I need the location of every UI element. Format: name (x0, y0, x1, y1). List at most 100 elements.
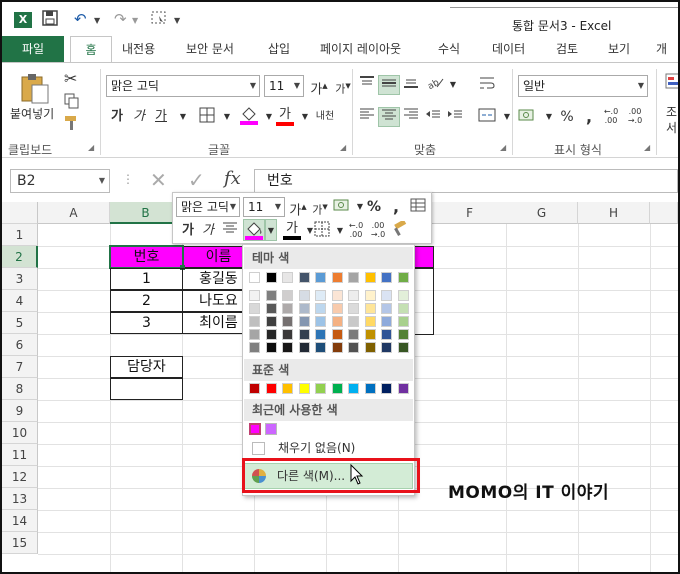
alignment-launcher-icon[interactable]: ◢ (500, 143, 506, 152)
decrease-decimal-icon[interactable]: .00 →.0 (624, 107, 646, 127)
mini-format-cells-icon[interactable] (407, 197, 429, 217)
styles-label-2[interactable]: 서 (666, 119, 677, 136)
font-color-dropdown-icon[interactable]: ▼ (294, 107, 316, 127)
mini-decrease-decimal-icon[interactable]: .00 →.0 (367, 221, 389, 241)
row-header-12[interactable]: 12 (2, 466, 38, 488)
mini-fill-color-icon[interactable] (243, 219, 265, 241)
theme-shade-swatch[interactable] (265, 303, 277, 314)
tab-formulas[interactable]: 수식 (438, 36, 460, 62)
theme-shade-swatch[interactable] (364, 303, 376, 314)
theme-shade-swatch[interactable] (397, 342, 409, 353)
format-painter-icon[interactable] (64, 115, 80, 134)
theme-shade-swatch[interactable] (298, 303, 310, 314)
redo-dropdown-icon[interactable]: ▼ (132, 16, 138, 25)
theme-shade-swatch[interactable] (282, 342, 293, 353)
clipboard-launcher-icon[interactable]: ◢ (88, 143, 94, 152)
row-header-6[interactable]: 6 (2, 334, 38, 356)
recent-color-swatch[interactable] (249, 423, 261, 435)
orientation-dropdown-icon[interactable]: ▼ (442, 75, 464, 95)
theme-shade-swatch[interactable] (249, 303, 260, 314)
name-box[interactable]: B2 ▼ (10, 169, 110, 193)
cut-icon[interactable]: ✂ (64, 69, 77, 88)
theme-shade-swatch[interactable] (364, 316, 376, 327)
tab-developer[interactable]: 개발 (656, 36, 678, 82)
theme-shade-swatch[interactable] (381, 303, 392, 314)
copy-icon[interactable] (64, 93, 80, 112)
theme-shade-swatch[interactable] (381, 342, 392, 353)
theme-shade-swatch[interactable] (348, 290, 359, 301)
decrease-indent-icon[interactable] (422, 107, 444, 127)
font-color-icon[interactable]: 가 (274, 105, 296, 126)
theme-shade-swatch[interactable] (381, 329, 392, 340)
standard-color-swatch[interactable] (397, 383, 409, 394)
column-header-h[interactable]: H (578, 202, 650, 224)
shrink-font-icon[interactable]: 가▼ (332, 76, 354, 96)
enter-icon[interactable]: ✓ (188, 168, 205, 192)
theme-shade-swatch[interactable] (348, 303, 359, 314)
standard-color-swatch[interactable] (381, 383, 392, 394)
number-format-combo[interactable]: 일반 ▼ (518, 75, 648, 97)
row-header-1[interactable]: 1 (2, 224, 38, 246)
standard-color-swatch[interactable] (315, 383, 326, 394)
theme-shade-swatch[interactable] (331, 303, 343, 314)
row-header-2[interactable]: 2 (2, 246, 38, 268)
mini-font-size-combo[interactable]: 11 ▼ (243, 197, 285, 217)
paste-button[interactable]: 붙여넣기 (10, 105, 54, 122)
theme-shade-swatch[interactable] (315, 290, 326, 301)
select-all-corner[interactable] (2, 202, 38, 224)
tab-view[interactable]: 보기 (608, 36, 630, 62)
row-header-3[interactable]: 3 (2, 268, 38, 290)
font-size-combo[interactable]: 11 ▼ (264, 75, 304, 97)
mini-format-painter-icon[interactable] (389, 219, 411, 241)
tab-home[interactable]: 홈 (70, 36, 112, 63)
merge-dropdown-icon[interactable]: ▼ (496, 107, 518, 127)
standard-color-swatch[interactable] (348, 383, 359, 394)
theme-shade-swatch[interactable] (331, 290, 343, 301)
merge-center-icon[interactable] (476, 107, 498, 127)
row-header-11[interactable]: 11 (2, 444, 38, 466)
theme-color-swatch[interactable] (331, 272, 343, 283)
qat-customize-icon[interactable]: ▼ (174, 16, 180, 25)
mini-font-name-combo[interactable]: 맑은 고딕 ▼ (176, 197, 240, 217)
number-launcher-icon[interactable]: ◢ (644, 143, 650, 152)
theme-shade-swatch[interactable] (249, 342, 260, 353)
conditional-format-icon[interactable] (662, 73, 678, 93)
tab-page-layout[interactable]: 페이지 레이아웃 (320, 36, 401, 62)
theme-color-swatch[interactable] (348, 272, 359, 283)
underline-button[interactable]: 가 (150, 107, 172, 127)
theme-shade-swatch[interactable] (249, 290, 260, 301)
underline-dropdown-icon[interactable]: ▼ (172, 107, 194, 127)
theme-shade-swatch[interactable] (348, 316, 359, 327)
row-header-10[interactable]: 10 (2, 422, 38, 444)
row-header-8[interactable]: 8 (2, 378, 38, 400)
theme-color-swatch[interactable] (249, 272, 260, 283)
wrap-text-icon[interactable] (476, 75, 498, 95)
row-header-7[interactable]: 7 (2, 356, 38, 378)
theme-color-swatch[interactable] (315, 272, 326, 283)
row-header-14[interactable]: 14 (2, 510, 38, 532)
theme-shade-swatch[interactable] (265, 329, 277, 340)
mini-shrink-font-icon[interactable]: 가▼ (309, 197, 331, 217)
mini-grow-font-icon[interactable]: 가▲ (287, 197, 309, 218)
standard-color-swatch[interactable] (282, 383, 293, 394)
standard-color-swatch[interactable] (249, 383, 260, 394)
theme-shade-swatch[interactable] (298, 342, 310, 353)
increase-indent-icon[interactable] (444, 107, 466, 127)
cell-b3[interactable]: 1 (110, 268, 183, 290)
column-header-i[interactable] (650, 202, 678, 224)
theme-color-swatch[interactable] (397, 272, 409, 283)
column-header-a[interactable]: A (38, 202, 110, 224)
theme-color-swatch[interactable] (265, 272, 277, 283)
theme-color-swatch[interactable] (381, 272, 392, 283)
select-objects-icon[interactable] (150, 10, 168, 30)
undo-icon[interactable]: ↶ (74, 10, 87, 28)
cell-b7[interactable]: 담당자 (110, 356, 183, 378)
styles-label-1[interactable]: 조 (666, 103, 677, 120)
bold-button[interactable]: 가 (106, 107, 128, 127)
cell-b5[interactable]: 3 (110, 312, 183, 334)
tab-insert[interactable]: 삽입 (268, 36, 290, 62)
row-header-5[interactable]: 5 (2, 312, 38, 334)
row-header-4[interactable]: 4 (2, 290, 38, 312)
theme-color-swatch[interactable] (364, 272, 376, 283)
grow-font-icon[interactable]: 가▲ (308, 76, 330, 97)
